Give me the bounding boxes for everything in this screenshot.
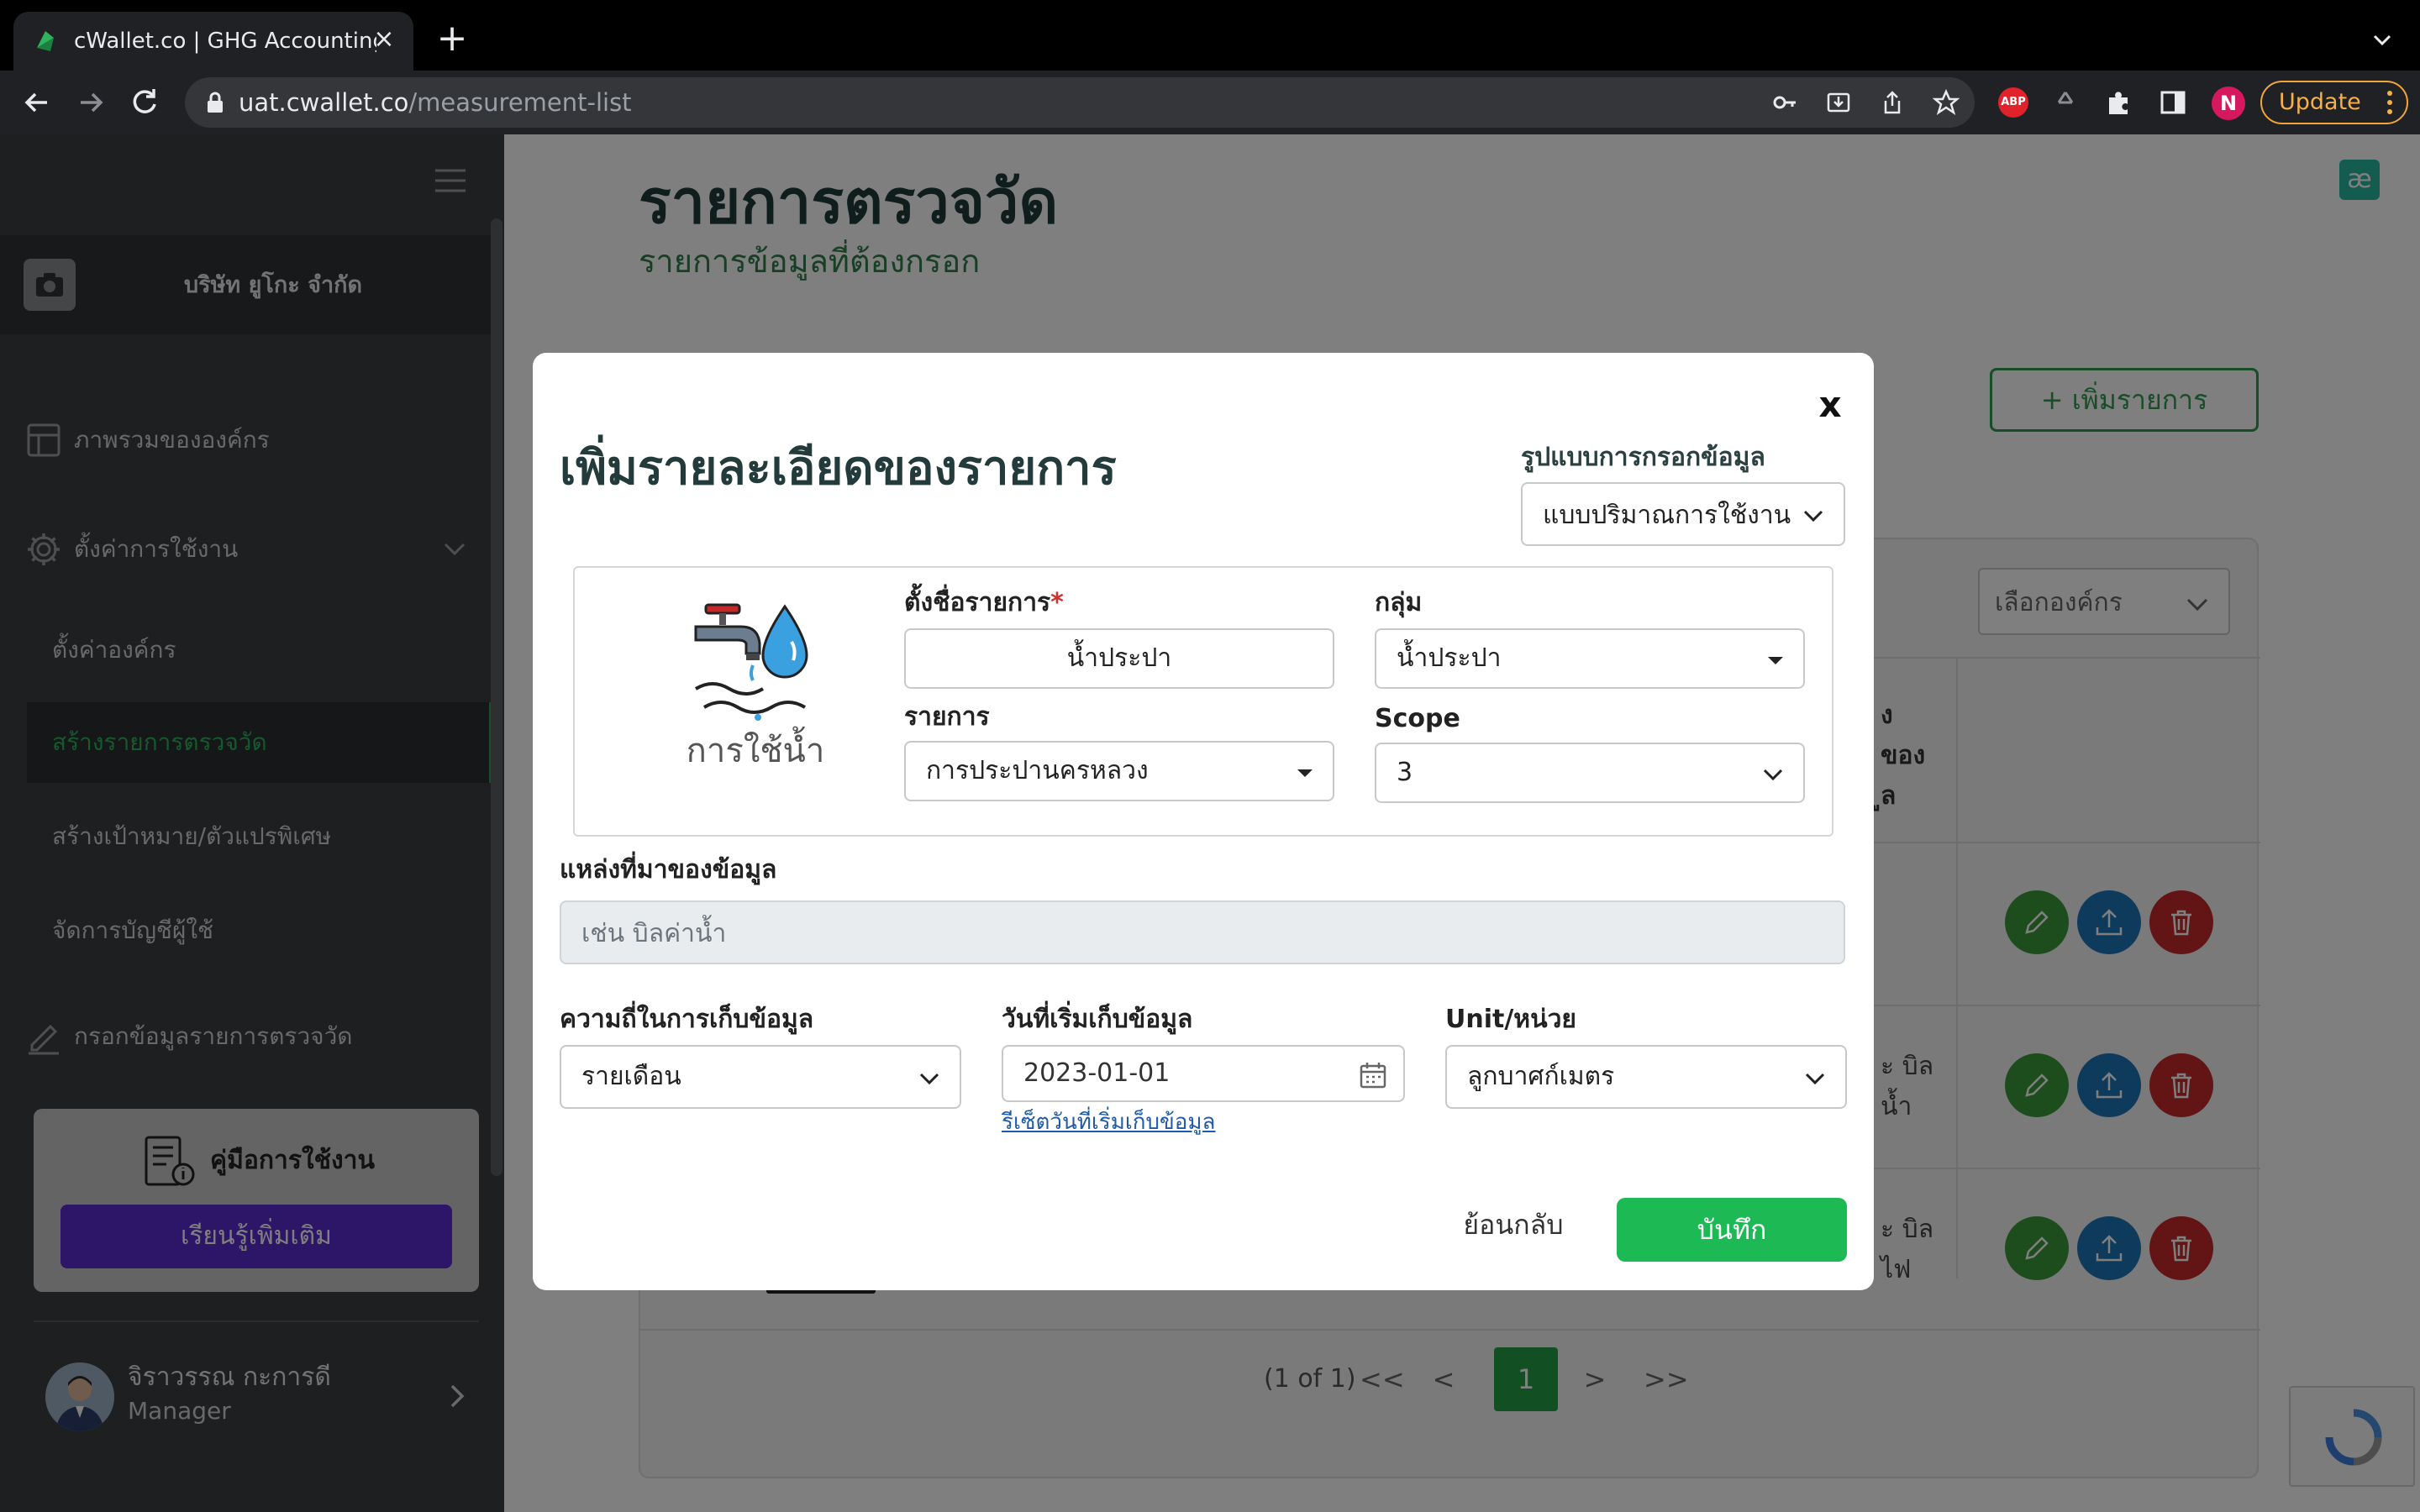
frequency-label: ความถี่ในการเก็บข้อมูล xyxy=(560,1005,814,1034)
update-button[interactable]: Update xyxy=(2260,81,2408,124)
source-label: แหล่งที่มาของข้อมูล xyxy=(560,855,777,885)
unit-label: Unit/หน่วย xyxy=(1445,1005,1577,1034)
name-input[interactable]: น้ำประปา xyxy=(904,628,1334,689)
url-path: /measurement-list xyxy=(408,88,632,117)
scope-select-value: 3 xyxy=(1397,758,1413,787)
chevron-down-icon xyxy=(919,1073,939,1085)
browser-toolbar: uat.cwallet.co/measurement-list ABP N Up… xyxy=(0,71,2420,134)
calendar-icon[interactable] xyxy=(1358,1060,1388,1090)
extensions-puzzle-icon[interactable] xyxy=(2104,87,2134,118)
cwallet-favicon-icon xyxy=(37,31,54,51)
frequency-select-value: รายเดือน xyxy=(581,1062,681,1091)
frequency-select[interactable]: รายเดือน xyxy=(560,1045,961,1109)
item-label: รายการ xyxy=(904,702,990,732)
source-input[interactable]: เช่น บิลค่าน้ำ xyxy=(560,900,1845,964)
back-button[interactable]: ย้อนกลับ xyxy=(1408,1193,1618,1257)
name-input-value: น้ำประปา xyxy=(1066,643,1172,673)
profile-avatar[interactable]: N xyxy=(2212,87,2245,120)
reload-icon[interactable] xyxy=(126,84,163,121)
back-arrow-icon[interactable] xyxy=(18,84,55,121)
item-select[interactable]: การประปานครหลวง xyxy=(904,741,1334,801)
forward-arrow-icon[interactable] xyxy=(72,84,109,121)
scope-select[interactable]: 3 xyxy=(1375,743,1805,803)
update-label: Update xyxy=(2279,89,2361,115)
url-text: uat.cwallet.co/measurement-list xyxy=(239,87,632,118)
address-bar[interactable]: uat.cwallet.co/measurement-list xyxy=(185,77,1975,128)
group-select-value: น้ำประปา xyxy=(1397,643,1502,673)
adblock-plus-icon[interactable]: ABP xyxy=(1998,87,2028,118)
start-date-input[interactable]: 2023-01-01 xyxy=(1002,1045,1405,1102)
format-select[interactable]: แบบปริมาณการใช้งาน xyxy=(1521,482,1845,546)
lock-icon xyxy=(208,92,223,113)
recycle-extension-icon[interactable] xyxy=(2050,87,2081,118)
bookmark-star-icon[interactable] xyxy=(1933,89,1960,116)
format-label: รูปแบบการกรอกข้อมูล xyxy=(1521,443,1765,472)
tab-title: cWallet.co | GHG Accounting S xyxy=(74,29,376,54)
item-details-box: การใช้น้ำ ตั้งชื่อรายการ* น้ำประปา กลุ่ม… xyxy=(573,566,1833,837)
chevron-down-icon xyxy=(1805,1073,1825,1085)
tab-close-icon[interactable]: × xyxy=(370,25,398,54)
install-app-icon[interactable] xyxy=(1825,89,1852,116)
item-select-value: การประปานครหลวง xyxy=(926,756,1149,785)
scope-label: Scope xyxy=(1375,704,1460,733)
group-select[interactable]: น้ำประปา xyxy=(1375,628,1805,689)
start-date-value: 2023-01-01 xyxy=(1023,1058,1171,1088)
water-faucet-icon xyxy=(694,603,808,721)
unit-select-value: ลูกบาศก์เมตร xyxy=(1467,1062,1615,1091)
add-item-detail-modal: x เพิ่มรายละเอียดของรายการ รูปแบบการกรอก… xyxy=(533,353,1874,1290)
name-label: ตั้งชื่อรายการ* xyxy=(904,586,1064,620)
chevron-down-icon xyxy=(1803,510,1823,522)
format-select-value: แบบปริมาณการใช้งาน xyxy=(1543,501,1791,530)
new-tab-icon[interactable]: + xyxy=(434,20,471,57)
group-label: กลุ่ม xyxy=(1375,588,1423,617)
url-domain: uat.cwallet.co xyxy=(239,88,409,117)
key-icon[interactable] xyxy=(1771,89,1798,116)
reset-start-date-link[interactable]: รีเซ็ตวันที่เริ่มเก็บข้อมูล xyxy=(1002,1107,1215,1137)
required-marker: * xyxy=(1050,588,1064,617)
unit-select[interactable]: ลูกบาศก์เมตร xyxy=(1445,1045,1847,1109)
share-icon[interactable] xyxy=(1879,89,1906,116)
more-vert-icon xyxy=(2387,91,2392,114)
tab-search-chevron-icon[interactable] xyxy=(2368,25,2396,54)
browser-tab-bar: cWallet.co | GHG Accounting S × + xyxy=(0,0,2420,71)
close-icon[interactable]: x xyxy=(1813,385,1847,425)
modal-title: เพิ่มรายละเอียดของรายการ xyxy=(560,441,1117,496)
caret-down-icon xyxy=(1297,769,1313,777)
side-panel-icon[interactable] xyxy=(2158,87,2188,118)
source-input-placeholder: เช่น บิลค่าน้ำ xyxy=(581,919,727,948)
chevron-down-icon xyxy=(1763,769,1783,781)
browser-tab[interactable]: cWallet.co | GHG Accounting S × xyxy=(13,12,413,71)
start-date-label: วันที่เริ่มเก็บข้อมูล xyxy=(1002,1005,1193,1034)
name-label-text: ตั้งชื่อรายการ xyxy=(904,588,1051,617)
save-button[interactable]: บันทึก xyxy=(1617,1198,1847,1262)
item-icon-label: การใช้น้ำ xyxy=(686,732,825,770)
caret-down-icon xyxy=(1768,657,1783,664)
